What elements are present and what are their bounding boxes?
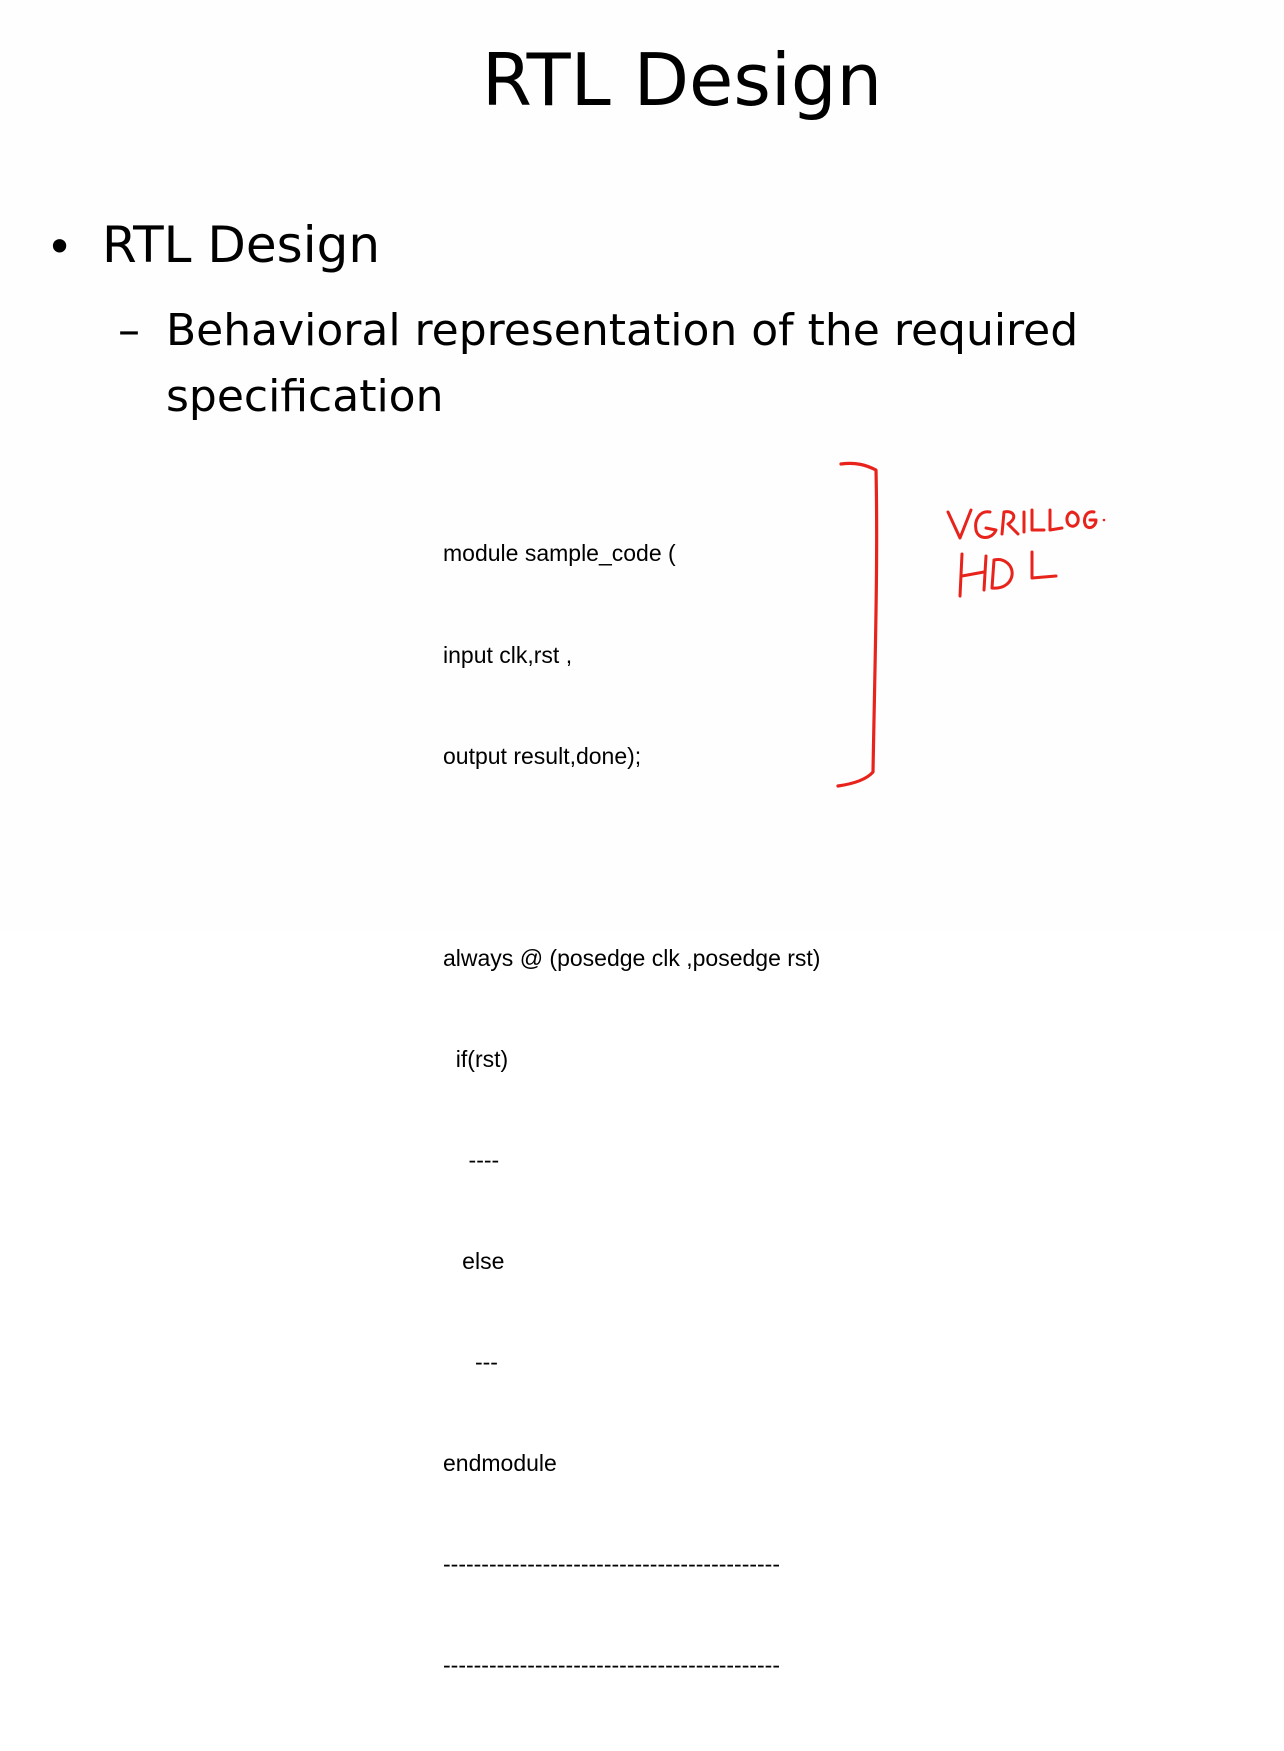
code-line: if(rst)	[443, 1045, 509, 1072]
code-line: endmodule	[443, 1450, 557, 1477]
bracket-mark	[836, 461, 879, 788]
code-line: always @ (posedge clk ,posedge rst)	[443, 944, 821, 971]
handwriting-verilog	[946, 508, 1106, 540]
code-line: ----------------------------------------…	[443, 1551, 781, 1578]
code-line: ---	[443, 1349, 498, 1376]
code-line: else	[443, 1248, 505, 1275]
handwriting-hdl	[958, 550, 1058, 598]
code-line: ----------------------------------------…	[443, 1652, 781, 1679]
pen-annotation	[836, 461, 1106, 788]
slide: RTL Design • RTL Design – Behavioral rep…	[0, 0, 1284, 1678]
code-line: ----	[443, 1146, 500, 1173]
